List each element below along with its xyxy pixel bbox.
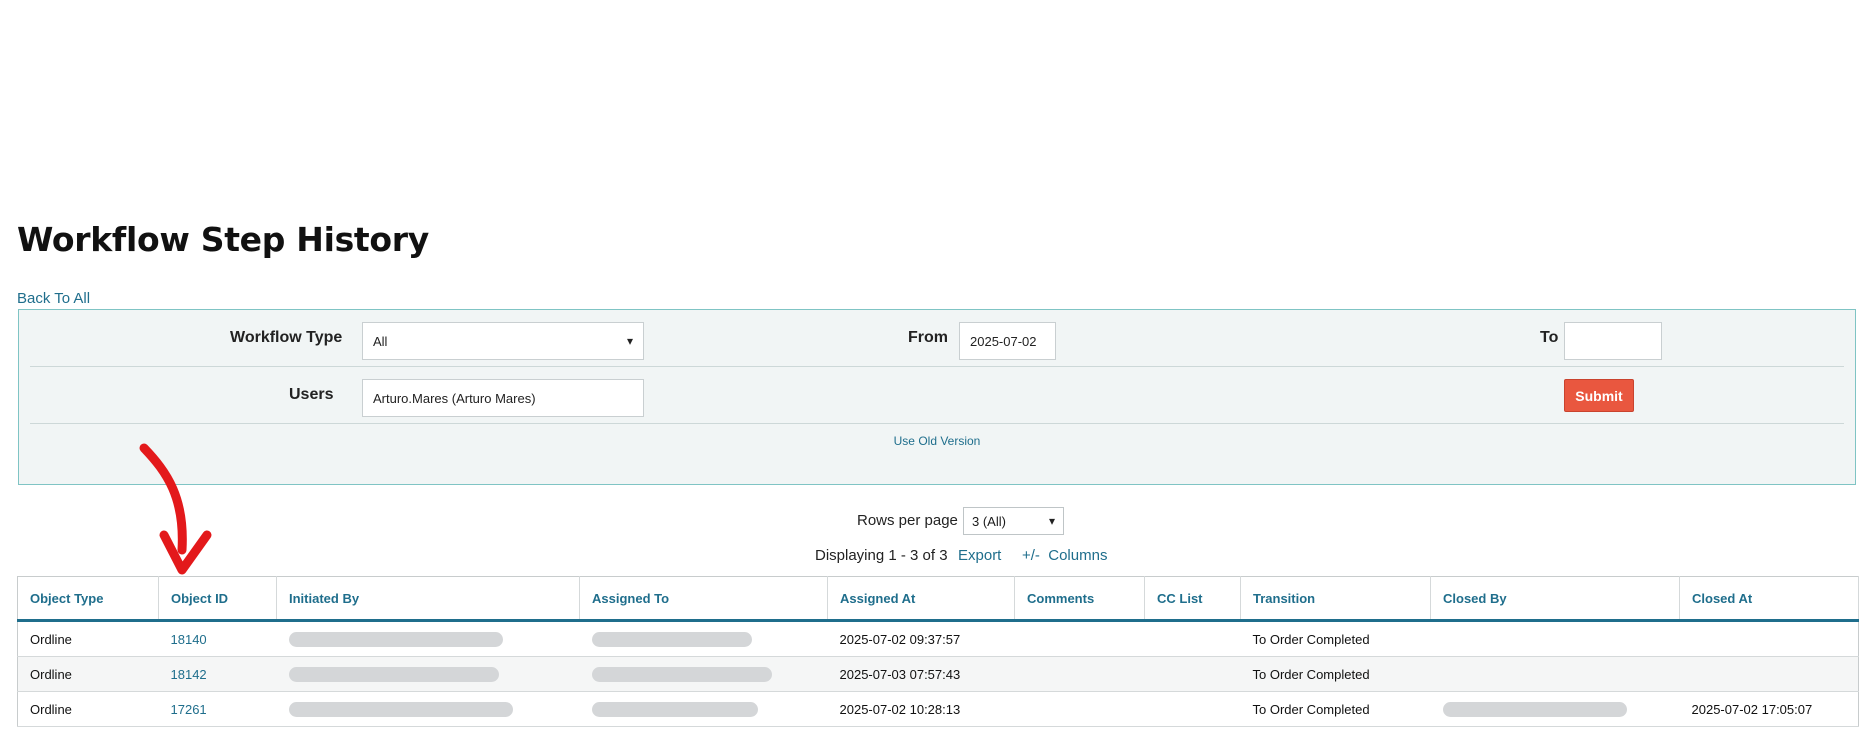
redacted-name <box>288 702 513 718</box>
displaying-count: Displaying 1 - 3 of 3 <box>815 547 948 564</box>
redacted-name <box>591 667 772 683</box>
cell-cc-list <box>1144 656 1241 692</box>
table-header-row: Object Type Object ID Initiated By Assig… <box>17 576 1859 622</box>
filter-row-3: Use Old Version <box>30 424 1844 464</box>
column-header-assigned-to[interactable]: Assigned To <box>579 576 828 622</box>
cell-object-type: Ordline <box>17 656 159 692</box>
cell-assigned-at: 2025-07-03 07:57:43 <box>827 656 1015 692</box>
users-value: Arturo.Mares (Arturo Mares) <box>373 390 536 406</box>
filter-row-1: Workflow Type All ▾ From 2025-07-02 To <box>30 310 1844 367</box>
workflow-type-value: All <box>373 333 388 349</box>
column-header-cc-list[interactable]: CC List <box>1144 576 1241 622</box>
chevron-down-icon: ▾ <box>1048 514 1055 528</box>
workflow-type-label: Workflow Type <box>230 329 343 346</box>
rows-per-page-value: 3 (All) <box>972 513 1006 529</box>
cell-object-id: 17261 <box>158 691 277 727</box>
object-id-link[interactable]: 17261 <box>171 702 207 717</box>
from-date-value: 2025-07-02 <box>970 333 1037 349</box>
from-date-input[interactable]: 2025-07-02 <box>959 322 1056 360</box>
page-title: Workflow Step History <box>17 220 429 259</box>
cell-closed-at: 2025-07-02 17:05:07 <box>1679 691 1859 727</box>
column-header-transition[interactable]: Transition <box>1240 576 1431 622</box>
filter-panel: Workflow Type All ▾ From 2025-07-02 To U… <box>18 309 1856 485</box>
to-date-input[interactable] <box>1564 322 1662 360</box>
cell-assigned-to <box>579 656 828 692</box>
cell-closed-at <box>1679 620 1859 657</box>
cell-comments <box>1014 656 1145 692</box>
red-arrow-annotation <box>139 443 212 575</box>
cell-closed-at <box>1679 656 1859 692</box>
submit-button[interactable]: Submit <box>1564 379 1634 412</box>
object-id-link[interactable]: 18142 <box>171 667 207 682</box>
redacted-name <box>591 702 758 718</box>
cell-closed-by <box>1430 691 1680 727</box>
column-header-object-id[interactable]: Object ID <box>158 576 277 622</box>
cell-cc-list <box>1144 691 1241 727</box>
cell-assigned-to <box>579 691 828 727</box>
cell-cc-list <box>1144 620 1241 657</box>
rows-per-page-select[interactable]: 3 (All) ▾ <box>963 507 1064 535</box>
object-id-link[interactable]: 18140 <box>171 632 207 647</box>
cell-comments <box>1014 691 1145 727</box>
redacted-name <box>288 667 499 683</box>
column-header-closed-at[interactable]: Closed At <box>1679 576 1859 622</box>
workflow-history-table: Object Type Object ID Initiated By Assig… <box>17 576 1859 727</box>
cell-initiated-by <box>276 691 580 727</box>
cell-initiated-by <box>276 620 580 657</box>
cell-object-type: Ordline <box>17 691 159 727</box>
chevron-down-icon: ▾ <box>626 334 633 348</box>
to-label: To <box>1540 329 1559 346</box>
column-header-object-type[interactable]: Object Type <box>17 576 159 622</box>
table-row: Ordline 18140 2025-07-02 09:37:57 To Ord… <box>17 620 1859 657</box>
redacted-name <box>288 632 503 648</box>
column-header-initiated-by[interactable]: Initiated By <box>276 576 580 622</box>
back-to-all-link[interactable]: Back To All <box>17 290 90 307</box>
table-row: Ordline 18142 2025-07-03 07:57:43 To Ord… <box>17 656 1859 692</box>
cell-object-type: Ordline <box>17 620 159 657</box>
table-row: Ordline 17261 2025-07-02 10:28:13 To Ord… <box>17 691 1859 727</box>
cell-transition: To Order Completed <box>1240 620 1431 657</box>
from-label: From <box>908 329 948 346</box>
cell-transition: To Order Completed <box>1240 656 1431 692</box>
column-header-assigned-at[interactable]: Assigned At <box>827 576 1015 622</box>
redacted-name <box>1442 702 1627 718</box>
cell-closed-by <box>1430 620 1680 657</box>
cell-initiated-by <box>276 656 580 692</box>
filter-row-2: Users Arturo.Mares (Arturo Mares) Submit <box>30 367 1844 424</box>
cell-assigned-at: 2025-07-02 10:28:13 <box>827 691 1015 727</box>
cell-assigned-to <box>579 620 828 657</box>
export-link[interactable]: Export <box>958 547 1001 564</box>
cell-closed-by <box>1430 656 1680 692</box>
column-header-comments[interactable]: Comments <box>1014 576 1145 622</box>
columns-toggle-link[interactable]: +/- Columns <box>1022 547 1107 564</box>
cell-comments <box>1014 620 1145 657</box>
users-label: Users <box>289 386 334 403</box>
cell-object-id: 18142 <box>158 656 277 692</box>
cell-object-id: 18140 <box>158 620 277 657</box>
users-input[interactable]: Arturo.Mares (Arturo Mares) <box>362 379 644 417</box>
workflow-type-select[interactable]: All ▾ <box>362 322 644 360</box>
column-header-closed-by[interactable]: Closed By <box>1430 576 1680 622</box>
use-old-version-link[interactable]: Use Old Version <box>30 434 1844 448</box>
cell-assigned-at: 2025-07-02 09:37:57 <box>827 620 1015 657</box>
rows-per-page-label: Rows per page <box>857 512 958 529</box>
redacted-name <box>591 632 752 648</box>
cell-transition: To Order Completed <box>1240 691 1431 727</box>
